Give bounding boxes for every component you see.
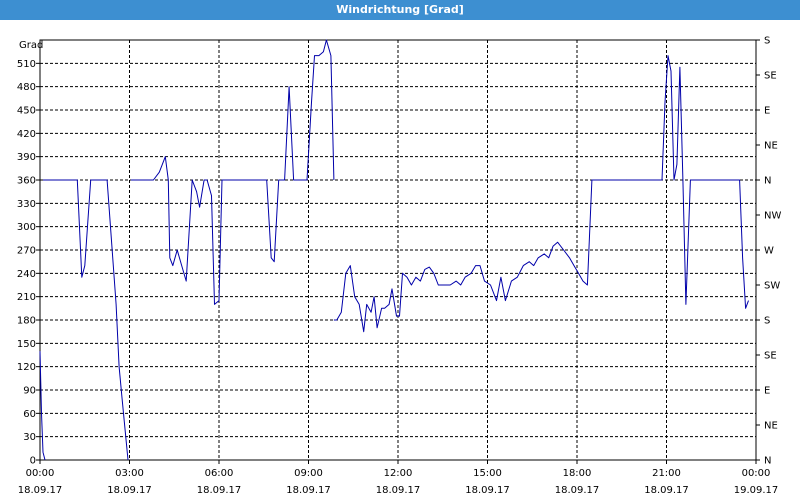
wind-direction-chart: 0 30 60 90 120 150 180 210 240 270 300 330 360 390 420…	[17, 36, 782, 497]
series-line-segment	[626, 55, 749, 309]
x-tick-date: 19.09.17	[734, 485, 779, 496]
x-tick-date: 18.09.17	[465, 485, 510, 496]
x-tick-date: 18.09.17	[197, 485, 242, 496]
y2-tick-label: N	[764, 456, 771, 467]
y2-tick-label: W	[764, 246, 774, 257]
x-tick-date: 18.09.17	[107, 485, 152, 496]
x-tick-time: 21:00	[652, 468, 681, 479]
y2-tick-label: SE	[764, 71, 777, 82]
y2-tick-label: NW	[764, 211, 781, 222]
y-tick-label: 450	[17, 106, 36, 117]
chart-title: Windrichtung [Grad]	[336, 3, 464, 16]
y2-tick-label: SW	[764, 281, 780, 292]
grid-lines	[40, 40, 756, 460]
series-line-segment	[333, 179, 627, 333]
y-tick-label: 60	[23, 409, 36, 420]
y-tick-label: 0	[30, 456, 36, 467]
series-line-segment	[131, 39, 335, 305]
x-tick-time: 00:00	[26, 468, 55, 479]
y-tick-label: 90	[23, 386, 36, 397]
y-tick-label: 270	[17, 246, 36, 257]
x-tick-date: 18.09.17	[18, 485, 63, 496]
y2-tick-label: N	[764, 176, 771, 187]
y-tick-label: 180	[17, 316, 36, 327]
y2-tick-label: S	[764, 36, 770, 47]
x-tick-time: 06:00	[205, 468, 234, 479]
x-tick-date: 18.09.17	[286, 485, 331, 496]
x-tick-time: 09:00	[294, 468, 323, 479]
x-tick-time: 12:00	[384, 468, 413, 479]
y-tick-label: 240	[17, 269, 36, 280]
x-tick-date: 18.09.17	[555, 485, 600, 496]
y-tick-label: 420	[17, 129, 36, 140]
y2-tick-label: S	[764, 316, 770, 327]
y-axis-label: Grad	[19, 40, 43, 51]
y-tick-label: 30	[23, 432, 36, 443]
y-tick-label: 360	[17, 176, 36, 187]
y2-tick-label: E	[764, 106, 770, 117]
y-axis-right: N NE E SE S SW W NW N NE E SE S	[756, 36, 781, 467]
x-tick-time: 18:00	[563, 468, 592, 479]
y2-tick-label: SE	[764, 351, 777, 362]
y-tick-label: 210	[17, 292, 36, 303]
x-axis: 00:00 18.09.17 03:00 18.09.17 06:00 18.09.17 0…	[18, 460, 779, 496]
y2-tick-label: NE	[764, 421, 778, 432]
chart-title-bar: Windrichtung [Grad]	[0, 0, 800, 20]
y-tick-label: 390	[17, 152, 36, 163]
y2-tick-label: E	[764, 386, 770, 397]
x-tick-time: 15:00	[473, 468, 502, 479]
y-tick-label: 120	[17, 362, 36, 373]
y-tick-label: 150	[17, 339, 36, 350]
x-tick-date: 18.09.17	[376, 485, 421, 496]
x-tick-date: 18.09.17	[644, 485, 689, 496]
y-tick-label: 480	[17, 82, 36, 93]
y-tick-label: 330	[17, 199, 36, 210]
y-tick-label: 300	[17, 222, 36, 233]
x-tick-time: 03:00	[115, 468, 144, 479]
y-tick-label: 510	[17, 59, 36, 70]
series-line-segment	[39, 351, 46, 461]
y-axis-left: 0 30 60 90 120 150 180 210 240 270 300 330 360 390 420…	[17, 59, 40, 467]
x-tick-time: 00:00	[742, 468, 771, 479]
y2-tick-label: NE	[764, 141, 778, 152]
